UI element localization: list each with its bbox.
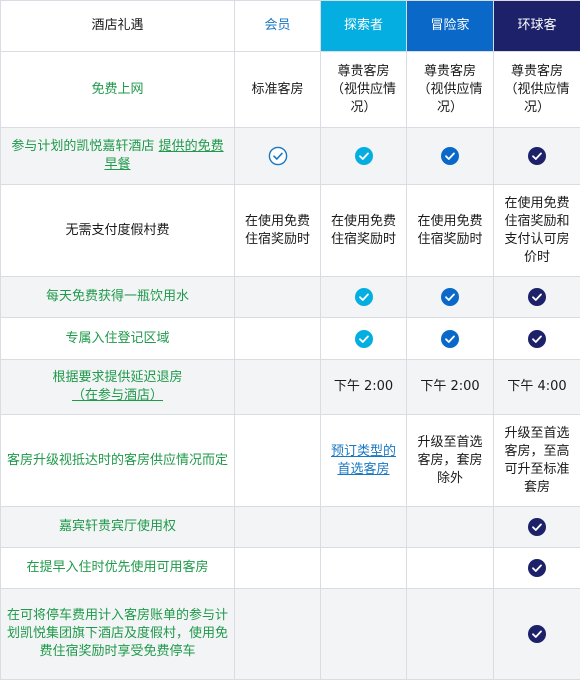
adventurer-cell bbox=[407, 507, 494, 548]
adventurer-cell: 升级至首选客房，套房除外 bbox=[407, 415, 494, 507]
member-cell bbox=[235, 318, 321, 360]
globalist-cell bbox=[494, 128, 580, 185]
adventurer-cell bbox=[407, 277, 494, 318]
member-cell bbox=[235, 277, 321, 318]
table-row: 在可将停车费用计入客房账单的参与计划凯悦集团旗下酒店及度假村，使用免费住宿奖励时… bbox=[1, 589, 580, 680]
explorer-cell: 尊贵客房（视供应情况） bbox=[321, 52, 407, 128]
explorer-cell bbox=[321, 548, 407, 589]
explorer-cell bbox=[321, 318, 407, 360]
table-row: 客房升级视抵达时的客房供应情况而定 预订类型的首选客房 升级至首选客房，套房除外… bbox=[1, 415, 580, 507]
globalist-cell bbox=[494, 277, 580, 318]
table-row: 在提早入住时优先使用可用客房 bbox=[1, 548, 580, 589]
check-circle-filled-icon bbox=[354, 146, 374, 166]
explorer-cell bbox=[321, 277, 407, 318]
check-circle-filled-icon bbox=[354, 287, 374, 307]
header-explorer: 探索者 bbox=[321, 1, 407, 52]
table-row: 每天免费获得一瓶饮用水 bbox=[1, 277, 580, 318]
header-adventurer: 冒险家 bbox=[407, 1, 494, 52]
feature-late-checkout: 根据要求提供延迟退房 （在参与酒店） bbox=[1, 360, 235, 415]
explorer-cell: 在使用免费住宿奖励时 bbox=[321, 185, 407, 277]
member-cell bbox=[235, 128, 321, 185]
check-circle-outline-icon bbox=[268, 146, 288, 166]
adventurer-cell bbox=[407, 318, 494, 360]
globalist-cell bbox=[494, 507, 580, 548]
header-member: 会员 bbox=[235, 1, 321, 52]
globalist-cell bbox=[494, 318, 580, 360]
feature-no-resort-fee: 无需支付度假村费 bbox=[1, 185, 235, 277]
header-row: 酒店礼遇 会员 探索者 冒险家 环球客 bbox=[1, 1, 580, 52]
check-circle-filled-icon bbox=[440, 329, 460, 349]
check-circle-filled-icon bbox=[527, 329, 547, 349]
table-row: 专属入住登记区域 bbox=[1, 318, 580, 360]
globalist-cell: 在使用免费住宿奖励和支付认可房价时 bbox=[494, 185, 580, 277]
check-circle-filled-icon bbox=[440, 146, 460, 166]
member-cell bbox=[235, 507, 321, 548]
feature-free-parking: 在可将停车费用计入客房账单的参与计划凯悦集团旗下酒店及度假村，使用免费住宿奖励时… bbox=[1, 589, 235, 680]
adventurer-cell: 尊贵客房（视供应情况） bbox=[407, 52, 494, 128]
member-cell bbox=[235, 548, 321, 589]
adventurer-cell bbox=[407, 548, 494, 589]
check-circle-filled-icon bbox=[354, 329, 374, 349]
feature-early-checkin: 在提早入住时优先使用可用客房 bbox=[1, 548, 235, 589]
check-circle-filled-icon bbox=[527, 624, 547, 644]
check-circle-filled-icon bbox=[527, 146, 547, 166]
feature-room-upgrade: 客房升级视抵达时的客房供应情况而定 bbox=[1, 415, 235, 507]
feature-free-internet: 免费上网 bbox=[1, 52, 235, 128]
globalist-cell: 尊贵客房（视供应情况） bbox=[494, 52, 580, 128]
feature-text: 参与计划的凯悦嘉轩酒店 bbox=[11, 139, 158, 154]
adventurer-cell: 下午 2:00 bbox=[407, 360, 494, 415]
table-row: 参与计划的凯悦嘉轩酒店 提供的免费早餐 bbox=[1, 128, 580, 185]
adventurer-cell bbox=[407, 589, 494, 680]
table-row: 嘉宾轩贵宾厅使用权 bbox=[1, 507, 580, 548]
table-row: 无需支付度假村费 在使用免费住宿奖励时 在使用免费住宿奖励时 在使用免费住宿奖励… bbox=[1, 185, 580, 277]
adventurer-cell: 在使用免费住宿奖励时 bbox=[407, 185, 494, 277]
participating-hotels-link[interactable]: （在参与酒店） bbox=[72, 388, 163, 403]
member-cell: 标准客房 bbox=[235, 52, 321, 128]
feature-dedicated-checkin: 专属入住登记区域 bbox=[1, 318, 235, 360]
feature-free-breakfast: 参与计划的凯悦嘉轩酒店 提供的免费早餐 bbox=[1, 128, 235, 185]
check-circle-filled-icon bbox=[527, 287, 547, 307]
feature-lounge-access: 嘉宾轩贵宾厅使用权 bbox=[1, 507, 235, 548]
globalist-cell bbox=[494, 548, 580, 589]
feature-free-water: 每天免费获得一瓶饮用水 bbox=[1, 277, 235, 318]
member-cell bbox=[235, 415, 321, 507]
explorer-cell: 下午 2:00 bbox=[321, 360, 407, 415]
member-cell: 在使用免费住宿奖励时 bbox=[235, 185, 321, 277]
explorer-cell: 预订类型的首选客房 bbox=[321, 415, 407, 507]
globalist-cell: 下午 4:00 bbox=[494, 360, 580, 415]
table-row: 根据要求提供延迟退房 （在参与酒店） 下午 2:00 下午 2:00 下午 4:0… bbox=[1, 360, 580, 415]
adventurer-cell bbox=[407, 128, 494, 185]
feature-text: 根据要求提供延迟退房 bbox=[52, 370, 182, 385]
table-row: 免费上网 标准客房 尊贵客房（视供应情况） 尊贵客房（视供应情况） 尊贵客房（视… bbox=[1, 52, 580, 128]
check-circle-filled-icon bbox=[440, 287, 460, 307]
check-circle-filled-icon bbox=[527, 517, 547, 537]
globalist-cell bbox=[494, 589, 580, 680]
member-cell bbox=[235, 589, 321, 680]
check-circle-filled-icon bbox=[527, 558, 547, 578]
preferred-room-link[interactable]: 预订类型的首选客房 bbox=[331, 444, 396, 477]
member-cell bbox=[235, 360, 321, 415]
header-globalist: 环球客 bbox=[494, 1, 580, 52]
benefits-table: 酒店礼遇 会员 探索者 冒险家 环球客 免费上网 标准客房 尊贵客房（视供应情况… bbox=[0, 0, 580, 680]
explorer-cell bbox=[321, 507, 407, 548]
header-feature: 酒店礼遇 bbox=[1, 1, 235, 52]
explorer-cell bbox=[321, 589, 407, 680]
globalist-cell: 升级至首选客房，至高可升至标准套房 bbox=[494, 415, 580, 507]
explorer-cell bbox=[321, 128, 407, 185]
